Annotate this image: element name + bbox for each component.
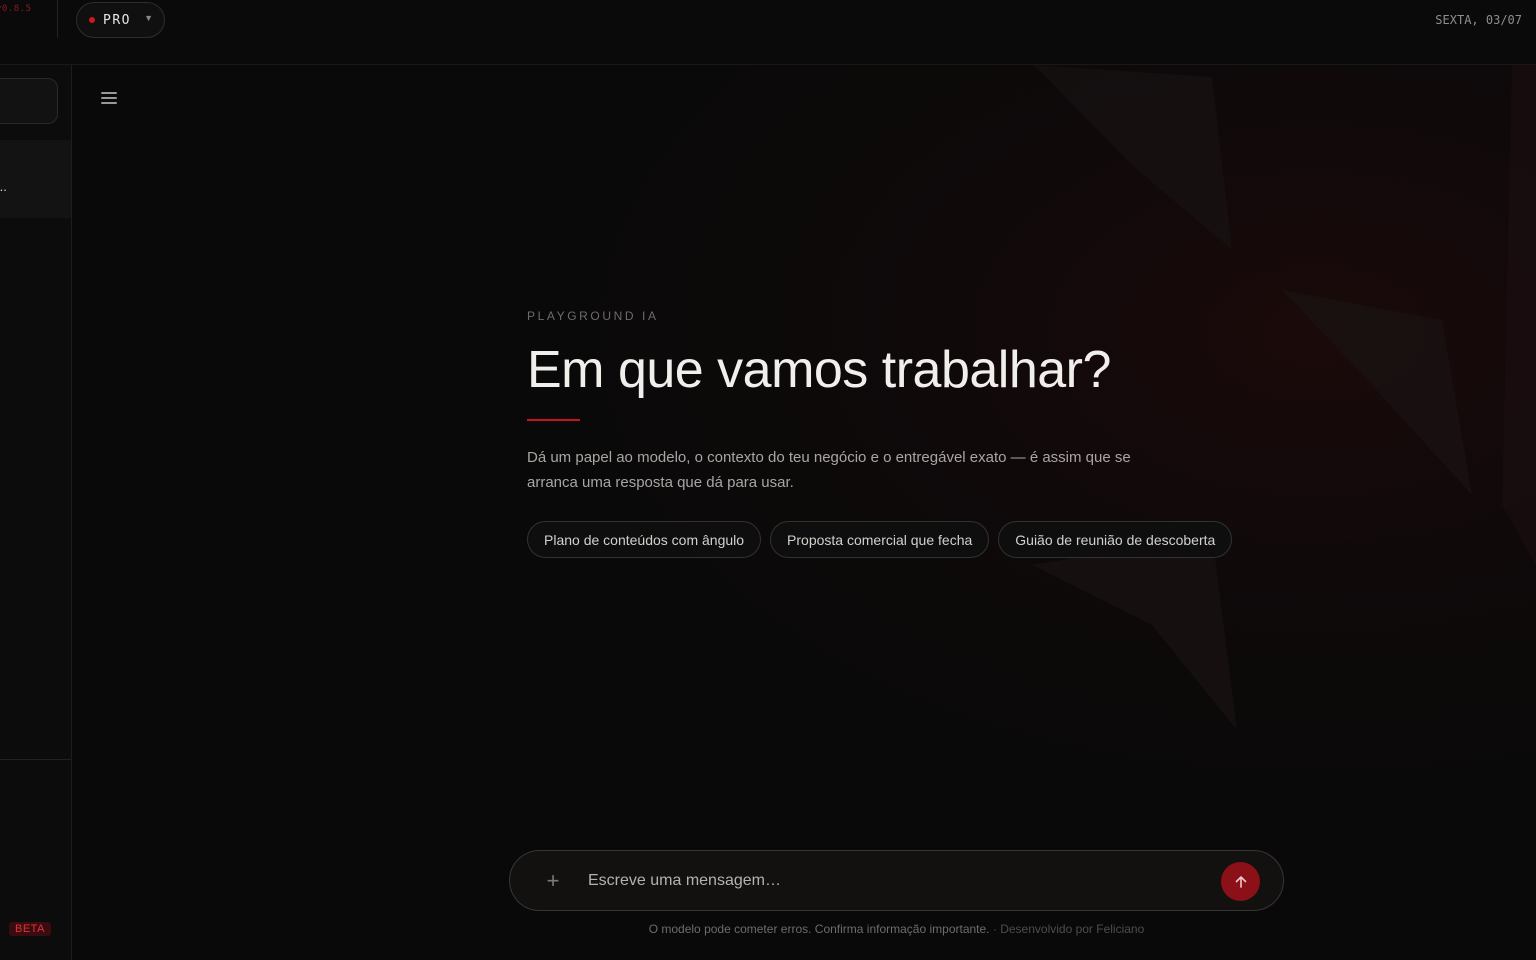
sidebar-item-conversation[interactable]: ... — [0, 140, 71, 218]
sidebar-divider — [0, 759, 71, 760]
suggestion-chips: Plano de conteúdos com ângulo Proposta c… — [527, 521, 1287, 558]
message-input[interactable] — [588, 863, 1208, 899]
sidebar-item-label: ... — [0, 179, 7, 194]
current-date: SEXTA, 03/07 — [1435, 13, 1522, 27]
suggestion-chip-content-plan[interactable]: Plano de conteúdos com ângulo — [527, 521, 762, 558]
accent-divider — [527, 419, 580, 421]
suggestion-chip-discovery-meeting[interactable]: Guião de reunião de descoberta — [998, 521, 1233, 558]
beta-badge: BETA — [9, 922, 51, 936]
status-dot — [89, 17, 95, 23]
footer-separator: · — [989, 922, 1001, 936]
topbar-divider — [57, 0, 58, 38]
top-bar: v0.8.5 PRO ▼ SEXTA, 03/07 — [0, 0, 1536, 65]
eyebrow-label: PLAYGROUND IA — [527, 309, 659, 323]
plus-icon[interactable]: + — [543, 868, 563, 894]
hero-section: PLAYGROUND IA Em que vamos trabalhar? Dá… — [527, 309, 1287, 558]
chevron-down-icon: ▼ — [144, 13, 153, 23]
app-root: v0.8.5 PRO ▼ SEXTA, 03/07 ... BETA — [0, 0, 1536, 960]
app-version: v0.8.5 — [0, 4, 32, 14]
footer-note: O modelo pode cometer erros. Confirma in… — [509, 922, 1284, 936]
sidebar: ... BETA — [0, 65, 72, 960]
menu-icon[interactable] — [100, 89, 120, 107]
sidebar-search[interactable] — [0, 78, 58, 124]
developer-credit: Desenvolvido por Feliciano — [1000, 922, 1145, 936]
mode-selector[interactable]: PRO ▼ — [76, 2, 165, 38]
message-composer: + — [509, 850, 1284, 911]
mode-label: PRO — [103, 12, 131, 28]
arrow-up-icon — [1235, 875, 1246, 888]
page-title: Em que vamos trabalhar? — [527, 341, 1111, 399]
disclaimer-text: O modelo pode cometer erros. Confirma in… — [648, 922, 990, 936]
send-button[interactable] — [1221, 862, 1260, 901]
suggestion-chip-commercial-proposal[interactable]: Proposta comercial que fecha — [770, 521, 990, 558]
hero-subtitle: Dá um papel ao modelo, o contexto do teu… — [527, 449, 1131, 491]
main-panel: PLAYGROUND IA Em que vamos trabalhar? Dá… — [72, 65, 1536, 960]
